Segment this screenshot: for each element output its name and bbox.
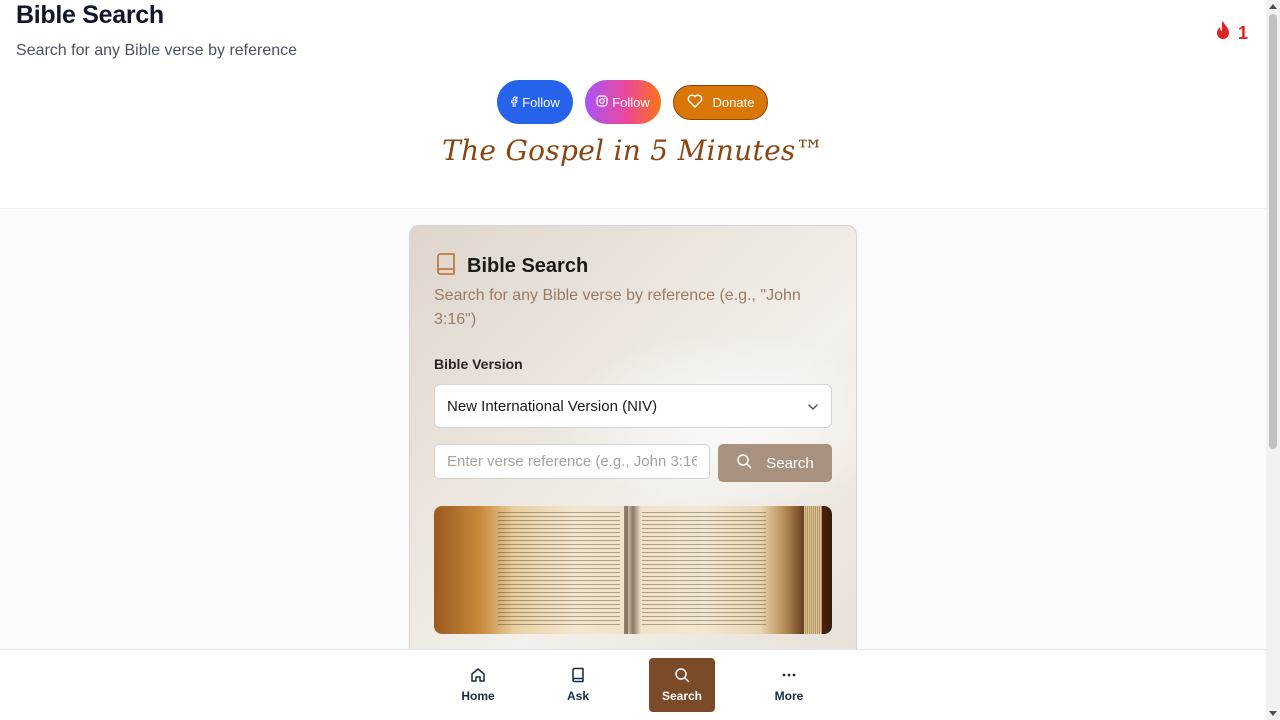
page-subtitle: Search for any Bible verse by reference <box>16 42 298 59</box>
page-scrollbar[interactable] <box>1266 0 1280 720</box>
nav-ask-label: Ask <box>566 689 589 703</box>
nav-search-label: Search <box>661 689 703 703</box>
bible-right-page-text <box>642 512 766 628</box>
chevron-down-icon <box>807 398 819 415</box>
more-icon <box>781 667 797 686</box>
verse-reference-input[interactable] <box>434 444 710 479</box>
nav-item-home[interactable]: Home <box>447 658 509 712</box>
facebook-icon <box>510 95 518 110</box>
scrollbar-thumb[interactable] <box>1269 14 1277 449</box>
book-icon <box>434 252 458 281</box>
nav-item-search[interactable]: Search <box>649 658 715 712</box>
instagram-follow-label: Follow <box>612 94 650 110</box>
page-title: Bible Search <box>16 1 164 29</box>
nav-more-label: More <box>774 689 804 703</box>
app-header: Bible Search Search for any Bible verse … <box>0 0 1266 209</box>
book-icon <box>570 667 586 686</box>
nav-home-label: Home <box>461 689 495 703</box>
donate-label: Donate <box>712 94 755 110</box>
brand-tagline: The Gospel in 5 Minutes™ <box>442 134 824 167</box>
streak-count: 1 <box>1237 23 1248 43</box>
search-button-label: Search <box>766 454 814 472</box>
donate-button[interactable]: Donate <box>673 84 768 120</box>
open-bible-image <box>434 506 832 634</box>
nav-item-more[interactable]: More <box>757 658 821 712</box>
home-icon <box>470 667 486 686</box>
bible-version-value: New International Version (NIV) <box>447 397 658 415</box>
search-icon <box>736 453 752 473</box>
scroll-up-arrow[interactable] <box>1269 4 1277 9</box>
search-button[interactable]: Search <box>718 444 832 482</box>
social-buttons: Follow Follow Donate <box>497 80 768 124</box>
streak-badge[interactable]: 1 <box>1214 20 1248 47</box>
card-title: Bible Search <box>467 255 589 277</box>
scroll-down-arrow[interactable] <box>1269 711 1277 716</box>
bible-gutter <box>624 506 628 634</box>
main-content: Bible Search Search for any Bible verse … <box>0 209 1266 665</box>
facebook-follow-button[interactable]: Follow <box>497 80 573 124</box>
bible-left-page-text <box>498 512 620 628</box>
bottom-navigation: Home Ask Search More <box>0 649 1266 720</box>
heart-icon <box>687 94 703 111</box>
bible-version-select[interactable]: New International Version (NIV) <box>434 384 832 428</box>
card-description: Search for any Bible verse by reference … <box>434 287 801 328</box>
instagram-follow-button[interactable]: Follow <box>585 80 661 124</box>
bible-page-edges <box>804 506 822 634</box>
search-icon <box>674 667 690 686</box>
flame-icon <box>1214 20 1232 47</box>
nav-item-ask[interactable]: Ask <box>547 658 609 712</box>
card-header: Bible Search <box>434 252 588 281</box>
instagram-icon <box>596 94 608 110</box>
bible-search-card: Bible Search Search for any Bible verse … <box>409 225 857 665</box>
bible-version-label: Bible Version <box>434 356 523 372</box>
facebook-follow-label: Follow <box>522 94 560 110</box>
